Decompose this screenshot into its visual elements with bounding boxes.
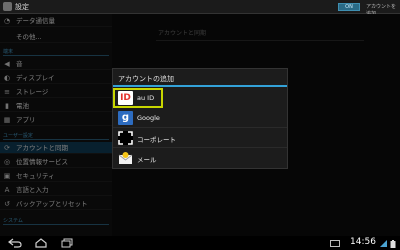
system-navigation-bar: 14:56 [0,236,400,250]
dialog-title: アカウントの追加 [118,75,174,83]
account-option-mail[interactable]: メール [113,148,287,168]
back-icon[interactable] [8,238,22,248]
account-option-label: Google [137,114,160,122]
recent-apps-icon[interactable] [60,238,74,248]
wifi-toggle-switch[interactable]: ON [338,3,360,11]
settings-app-icon[interactable] [3,2,12,11]
account-option-google[interactable]: g Google [113,108,287,128]
account-option-label: コーポレート [137,136,176,144]
action-bar: 設定 ON アカウントを追加 [0,0,400,17]
account-option-label: メール [137,156,157,164]
au-id-icon: ID [118,91,133,105]
battery-status-icon [390,240,396,248]
dialog-title-divider [113,85,287,87]
add-account-dialog: アカウントの追加 ID au ID g Google コーポレート メール [112,68,288,169]
account-option-corporate[interactable]: コーポレート [113,128,287,148]
page-title: 設定 [15,3,29,11]
home-icon[interactable] [34,238,48,248]
wifi-icon [380,240,387,247]
account-option-au-id[interactable]: ID au ID [113,88,163,108]
mail-icon [118,151,133,165]
google-icon: g [118,111,133,125]
clock[interactable]: 14:56 [350,237,376,247]
corporate-icon [118,131,133,145]
account-option-label: au ID [137,94,155,102]
screenshot-notification-icon[interactable] [330,240,340,247]
